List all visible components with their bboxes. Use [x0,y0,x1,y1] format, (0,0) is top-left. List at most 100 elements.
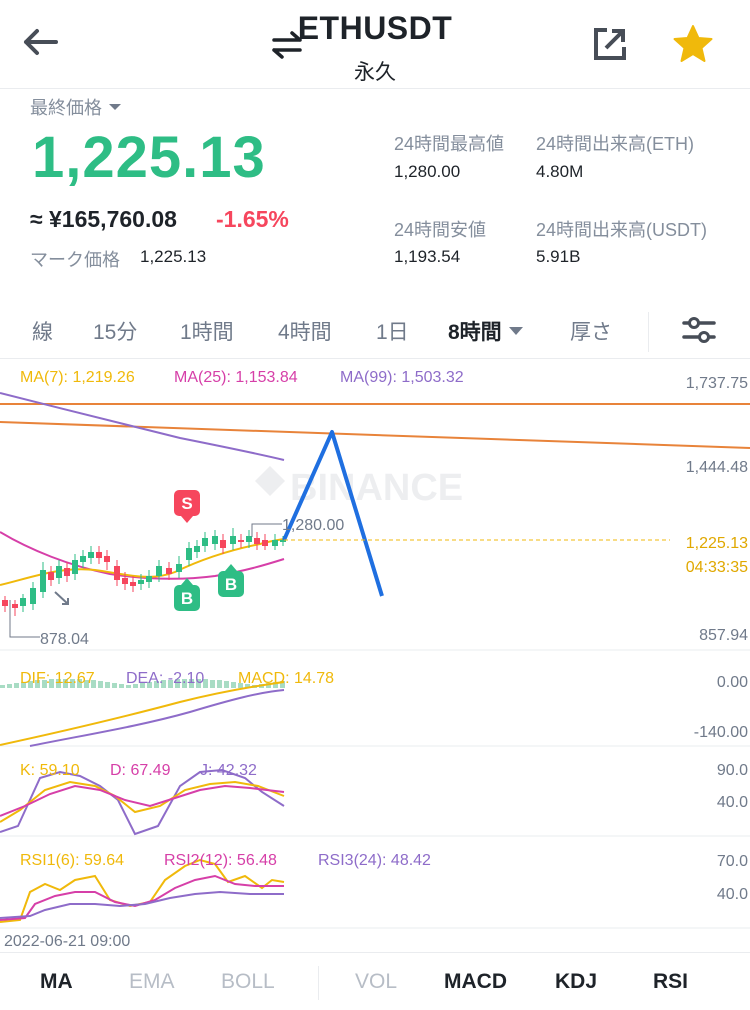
kdj-axis-high: 90.0 [717,762,748,779]
rsi1-legend: RSI1(6): 59.64 [20,852,124,869]
stat-value-low: 1,193.54 [394,247,461,266]
contract-type: 永久 [354,61,396,84]
low-marker-label: 878.04 [40,631,89,648]
candle-body [72,560,78,574]
candle-body [40,570,46,592]
candle-body [202,538,208,546]
stat-label-high: 24時間最高値 [394,134,505,154]
indicator-tab-ema[interactable]: EMA [129,970,175,994]
approx-value: ≈ ¥165,760.08 [30,206,177,232]
ma7-legend: MA(7): 1,219.26 [20,369,135,386]
k-legend: K: 59.10 [20,762,80,779]
caret-down-icon [508,327,523,335]
tab-1h[interactable]: 1時間 [180,316,234,346]
indicator-tab-macd[interactable]: MACD [444,970,507,994]
candle-body [104,556,110,562]
chart-canvas[interactable]: BINANCE 1,280.00 878.04 S B B MA(7): 1,2… [0,360,750,952]
candle-body [114,566,120,580]
symbol-title[interactable]: ETHUSDT [0,10,750,47]
projection-line [282,430,384,597]
macd-axis-min: -140.00 [694,724,748,741]
indicator-tab-boll[interactable]: BOLL [221,970,275,994]
candle-body [238,540,244,542]
tab-divider [648,312,649,352]
candle-body [96,552,102,558]
macd-bar [14,683,19,688]
candle-body [194,546,200,552]
candle-countdown: 04:33:35 [686,559,748,576]
trade-arrow-icon [54,591,69,605]
rsi2-line [0,874,284,921]
stat-label-volume-usdt: 24時間出来高(USDT) [536,220,708,240]
macd-bar [7,684,12,688]
buy-marker-1: B [174,578,200,611]
trend-line-lower [0,421,750,449]
indicator-tab-kdj[interactable]: KDJ [555,970,597,994]
price-axis-top: 1,737.75 [686,375,748,392]
buy-marker-1-label: B [181,589,193,608]
sliders-icon [682,317,716,343]
candle-body [262,540,268,546]
indicator-tab-ma[interactable]: MA [40,970,73,994]
share-icon [594,28,626,60]
candle-body [56,566,62,578]
candle-body [146,576,152,582]
candle-body [88,552,94,558]
share-button[interactable] [592,26,628,62]
candle-body [186,548,192,560]
stat-label-low: 24時間安値 [394,220,487,240]
star-icon [673,25,713,62]
macd-bar [210,680,215,688]
tab-depth[interactable]: 厚さ [570,316,612,346]
mark-price: 1,225.13 [140,247,207,266]
candle-body [176,564,182,572]
binance-watermark: BINANCE [255,466,463,509]
last-price-selector[interactable]: 最終価格 [30,94,122,120]
candle-body [30,588,36,604]
current-price-axis: 1,225.13 [686,535,748,552]
candle-body [20,598,26,606]
kdj-d-line [0,784,285,817]
bottom-bar-divider [0,952,750,953]
rsi1-line [0,858,285,923]
rsi-axis-low: 40.0 [717,886,748,903]
candle-body [48,572,54,580]
dif-line [0,681,285,746]
tab-8h[interactable]: 8時間 [448,316,524,346]
tab-4h[interactable]: 4時間 [278,316,332,346]
candle-body [2,600,8,606]
dea-legend: DEA: -2.10 [126,670,204,687]
mark-price-label: マーク価格 [30,250,120,270]
favorite-button[interactable] [672,24,714,64]
stat-label-volume-eth: 24時間出来高(ETH) [536,134,695,154]
candle-body [64,568,70,576]
ma25-legend: MA(25): 1,153.84 [174,369,298,386]
caret-down-icon [109,104,121,110]
ma99-legend: MA(99): 1,503.32 [340,369,464,386]
candle-body [254,538,260,544]
indicator-tab-rsi[interactable]: RSI [653,970,688,994]
stat-value-high: 1,280.00 [394,162,461,181]
sell-marker-label: S [181,494,192,513]
rsi2-legend: RSI2(12): 56.48 [164,852,277,869]
chart-settings-button[interactable] [682,314,716,346]
rsi-axis-high: 70.0 [717,853,748,870]
macd-bar [105,682,110,688]
macd-bar [224,681,229,688]
candle-body [12,604,18,608]
indicator-tab-vol[interactable]: VOL [355,970,397,994]
macd-axis-zero: 0.00 [717,674,748,691]
candle-body [230,536,236,544]
macd-bar [0,685,5,688]
last-price: 1,225.13 [32,125,266,190]
rsi3-line [0,890,284,919]
tab-1d[interactable]: 1日 [376,316,409,346]
candle-body [220,540,226,548]
candle-body [80,556,86,562]
tab-15m[interactable]: 15分 [93,316,137,346]
tab-line[interactable]: 線 [32,316,53,346]
price-axis-mid: 1,444.48 [686,459,748,476]
dif-legend: DIF: 12.67 [20,670,95,687]
stat-value-volume-usdt: 5.91B [536,247,581,266]
macd-legend: MACD: 14.78 [238,670,334,687]
